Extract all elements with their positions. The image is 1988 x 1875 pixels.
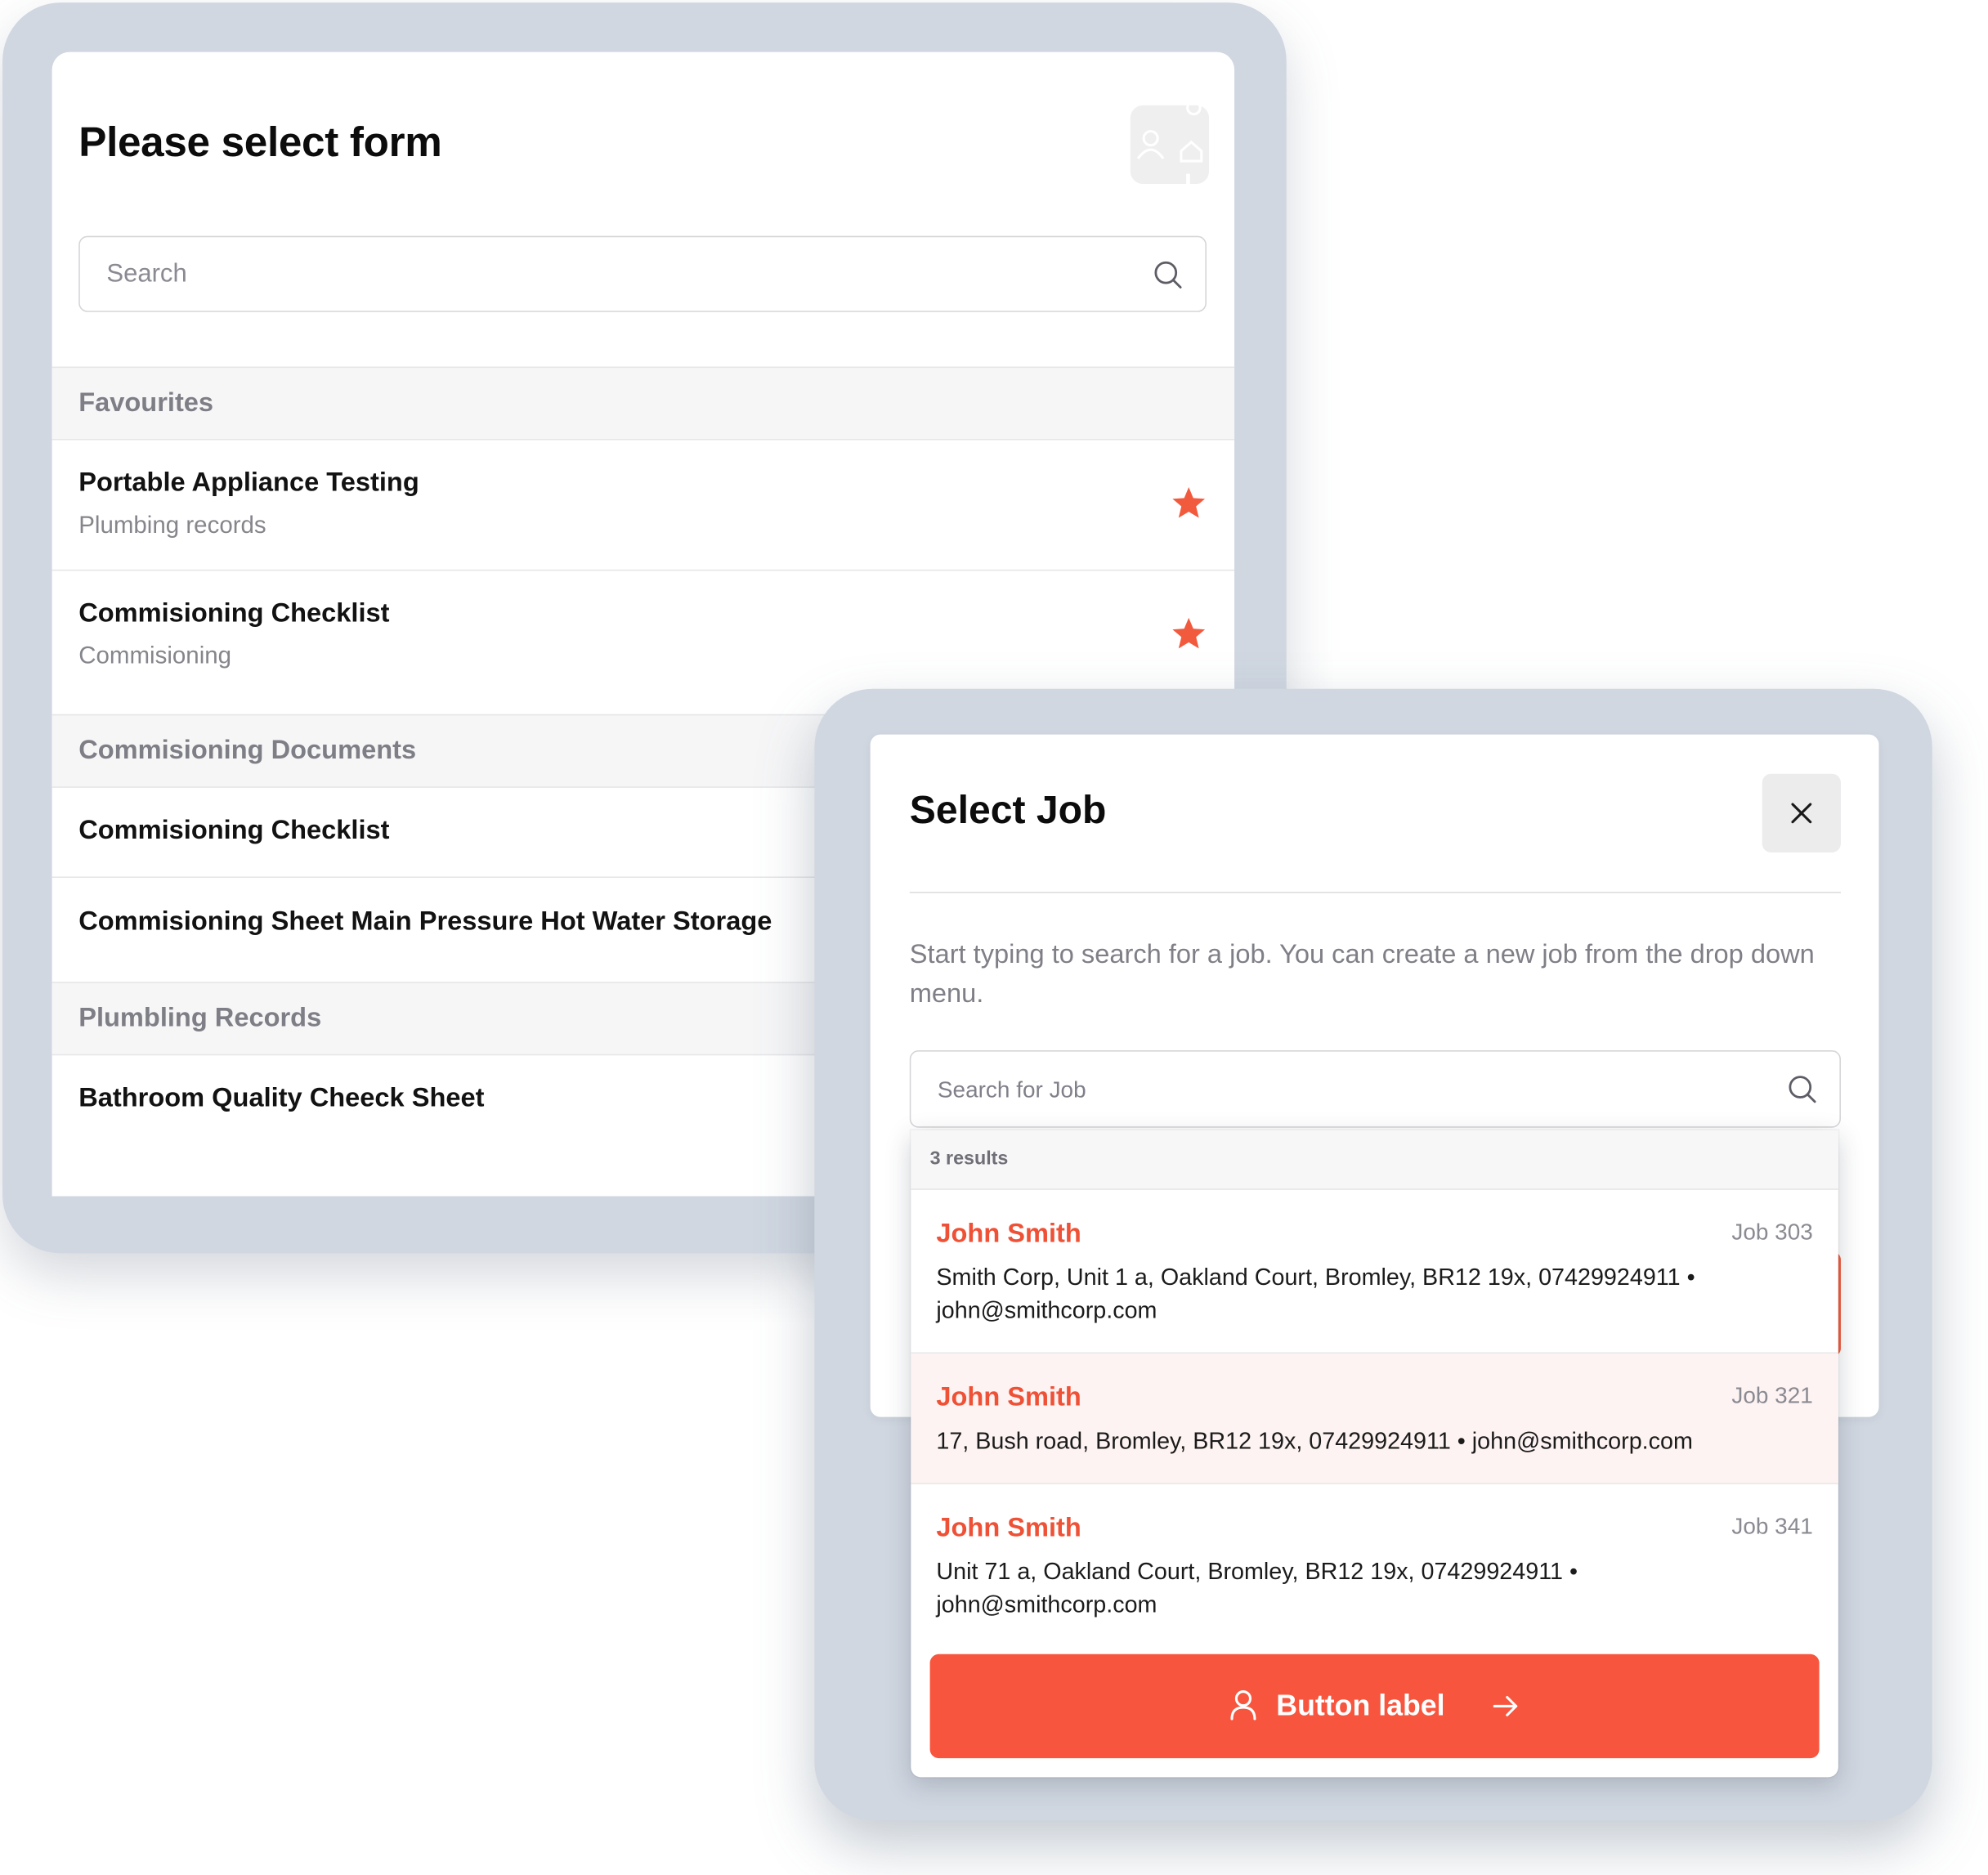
section-label: Favourites [78,387,214,418]
job-result-item-highlighted[interactable]: John Smith Job 321 17, Bush road, Bromle… [911,1353,1838,1484]
section-label: Plumbling Records [78,1003,322,1033]
page-title: Please select form [78,118,442,165]
section-label: Commisioning Documents [78,736,417,765]
results-count-header: 3 results [911,1130,1838,1190]
job-results-dropdown: 3 results John Smith Job 303 Smith Corp,… [911,1130,1838,1778]
modal-title: Select Job [909,787,1107,833]
form-list-item[interactable]: Portable Appliance Testing Plumbing reco… [51,441,1235,571]
search-icon[interactable] [1788,1075,1817,1104]
results-count: 3 results [929,1148,1009,1170]
arrow-right-icon [1493,1696,1518,1716]
user-home-icon[interactable] [1130,105,1210,185]
job-result-item[interactable]: John Smith Job 303 Smith Corp, Unit 1 a,… [911,1190,1838,1354]
close-icon [1791,803,1812,824]
stage: Please select form Favourites Portable A… [0,0,1988,1875]
user-icon [1230,1690,1256,1721]
result-job-number: Job 303 [1731,1219,1813,1245]
result-details: 17, Bush road, Bromley, BR12 19x, 074299… [936,1427,1693,1454]
job-search-field[interactable] [909,1050,1841,1128]
button-label: Button label [1276,1688,1445,1722]
form-title: Bathroom Quality Cheeck Sheet [78,1083,485,1113]
star-icon[interactable] [1171,486,1206,520]
result-name: John Smith [936,1219,1081,1249]
form-subtitle: Commisioning [78,642,232,670]
result-name: John Smith [936,1513,1081,1543]
form-title: Commisioning Checklist [78,815,390,845]
result-name: John Smith [936,1382,1081,1412]
result-job-number: Job 321 [1731,1382,1813,1408]
result-job-number: Job 341 [1731,1513,1813,1539]
result-details: Unit 71 a, Oakland Court, Bromley, BR12 … [936,1557,1578,1618]
form-subtitle: Plumbing records [78,512,266,539]
job-result-item[interactable]: John Smith Job 341 Unit 71 a, Oakland Co… [911,1484,1838,1647]
form-title: Portable Appliance Testing [78,468,419,498]
search-icon[interactable] [1153,260,1183,289]
primary-action-button[interactable]: Button label [929,1653,1820,1759]
form-title: Commisioning Sheet Main Pressure Hot Wat… [78,906,772,937]
job-search-input[interactable] [934,1051,1753,1128]
result-details: Smith Corp, Unit 1 a, Oakland Court, Bro… [936,1263,1695,1323]
section-header-favourites: Favourites [51,366,1235,441]
close-button[interactable] [1762,773,1841,852]
modal-description: Start typing to search for a job. You ca… [909,940,1815,1009]
form-search-input[interactable] [104,237,1150,312]
divider [909,892,1841,893]
star-icon[interactable] [1171,616,1206,651]
form-title: Commisioning Checklist [78,598,390,629]
form-search-field[interactable] [78,235,1207,312]
